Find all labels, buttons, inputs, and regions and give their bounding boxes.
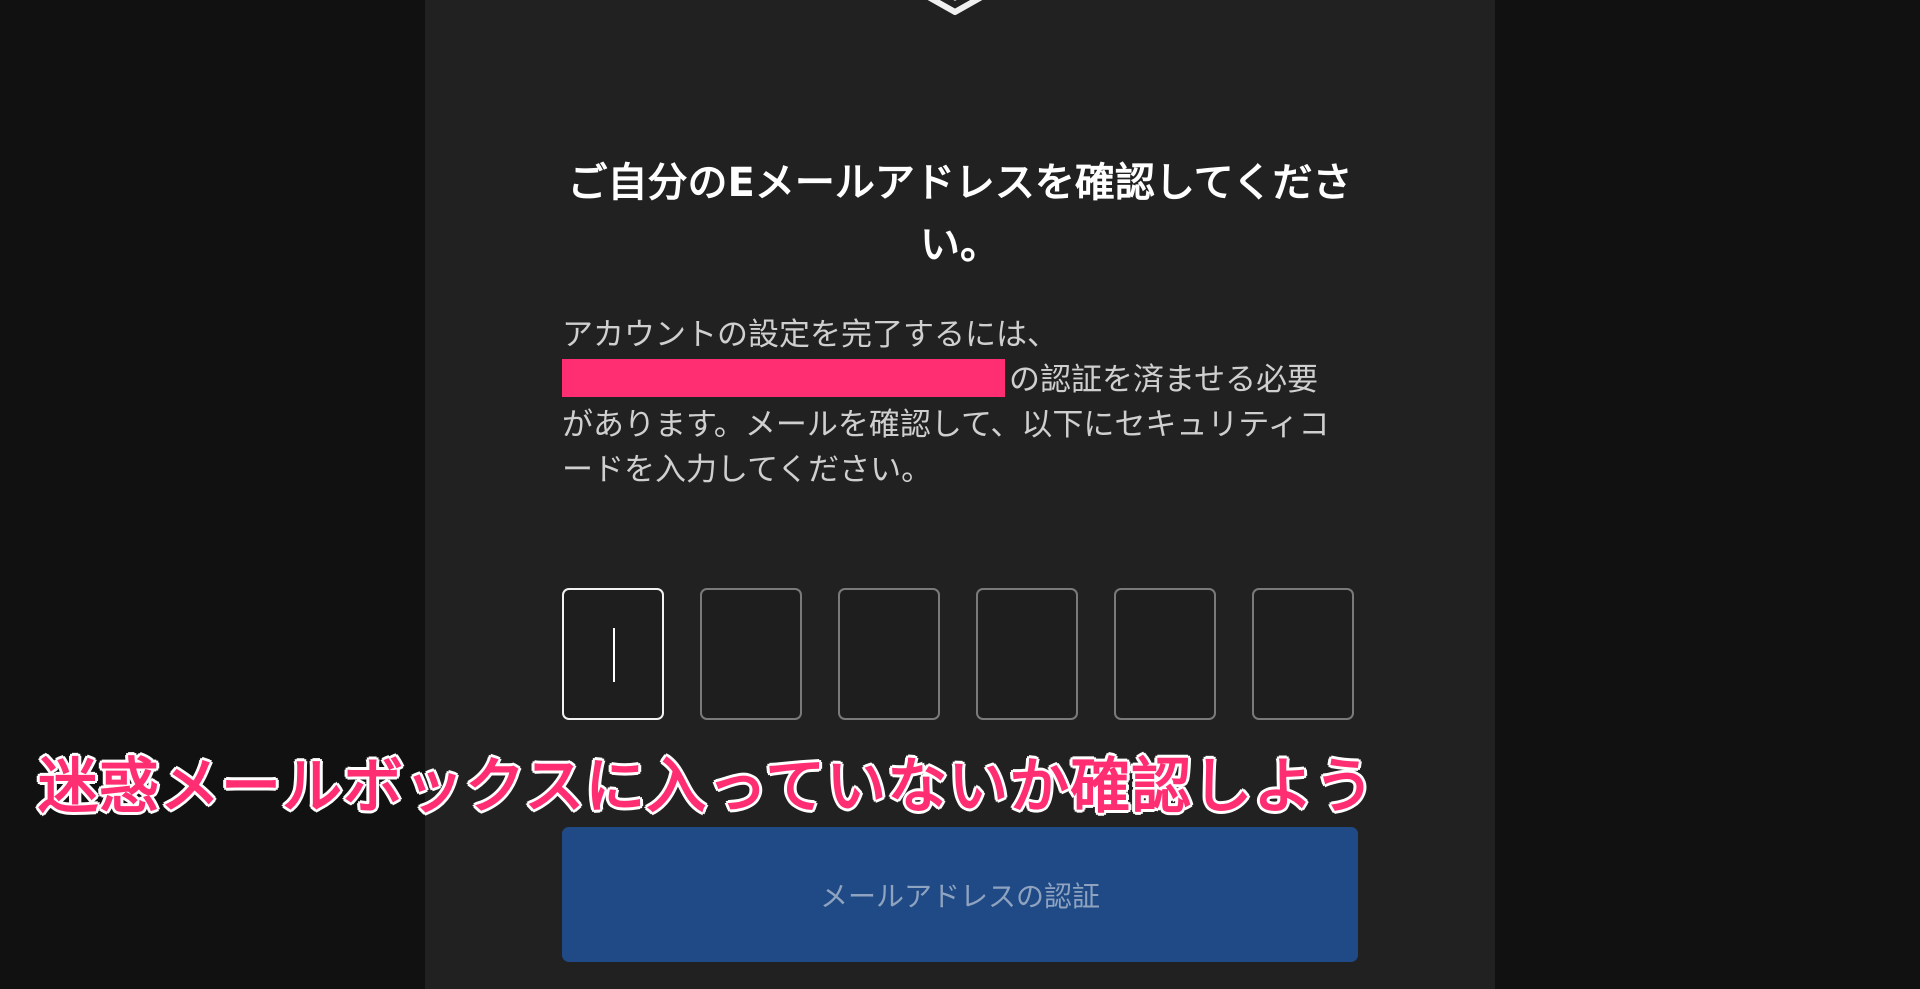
instruction-line: があります。メールを確認して、以下にセキュリティコ	[562, 407, 1330, 443]
instruction-text: アカウントの設定を完了するには、 の認証を済ませる必要 があります。メールを確認…	[562, 313, 1362, 493]
page-title: ご自分のEメールアドレスを確認してください。	[567, 160, 1353, 268]
shield-logo-icon	[927, 0, 983, 15]
verify-email-button[interactable]: メールアドレスの認証	[562, 827, 1358, 962]
text-caret	[613, 628, 615, 682]
security-code-inputs	[562, 588, 1358, 724]
code-digit-input-1[interactable]	[562, 588, 664, 720]
code-digit-input-2[interactable]	[700, 588, 802, 720]
annotation-caption: 迷惑メールボックスに入っていないか確認しよう	[37, 751, 1376, 823]
instruction-line: の認証を済ませる必要	[562, 358, 1362, 403]
page: ご自分のEメールアドレスを確認してください。 アカウントの設定を完了するには、 …	[0, 0, 1920, 989]
redacted-email	[562, 359, 1005, 397]
code-digit-input-5[interactable]	[1114, 588, 1216, 720]
instruction-line-suffix: の認証を済ませる必要	[1009, 362, 1319, 398]
instruction-line: アカウントの設定を完了するには、	[562, 317, 1058, 353]
instruction-line: ードを入力してください。	[562, 452, 933, 488]
code-digit-input-4[interactable]	[976, 588, 1078, 720]
code-digit-input-3[interactable]	[838, 588, 940, 720]
code-digit-input-6[interactable]	[1252, 588, 1354, 720]
